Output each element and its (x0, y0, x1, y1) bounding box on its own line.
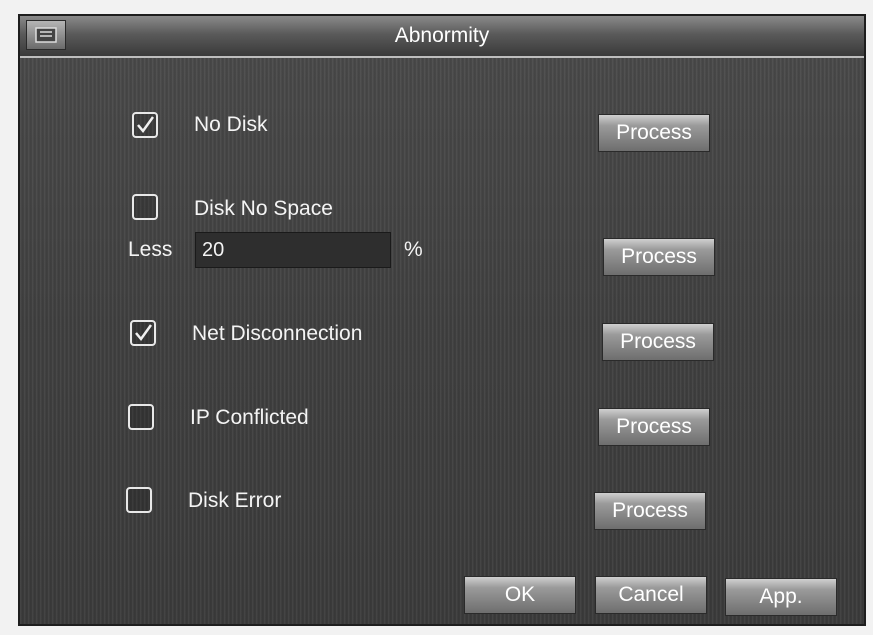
disk-no-space-process-button[interactable]: Process (603, 238, 715, 276)
no-disk-label: No Disk (194, 113, 268, 136)
no-disk-checkbox[interactable] (132, 112, 158, 138)
less-threshold-input[interactable]: 20 (195, 232, 391, 268)
disk-no-space-checkbox[interactable] (132, 194, 158, 220)
ip-conflicted-label: IP Conflicted (190, 406, 309, 429)
less-label: Less (128, 238, 173, 261)
window-title: Abnormity (394, 24, 490, 47)
no-disk-process-button[interactable]: Process (598, 114, 710, 152)
disk-error-checkbox[interactable] (126, 487, 152, 513)
disk-no-space-label: Disk No Space (194, 197, 333, 220)
cancel-button[interactable]: Cancel (595, 576, 707, 614)
checkmark-icon (137, 116, 155, 134)
net-disconnection-process-button[interactable]: Process (602, 323, 714, 361)
percent-unit-label: % (404, 238, 423, 261)
apply-button[interactable]: App. (725, 578, 837, 616)
ok-button[interactable]: OK (464, 576, 576, 614)
disk-error-process-button[interactable]: Process (594, 492, 706, 530)
disk-error-label: Disk Error (188, 489, 282, 512)
ip-conflicted-checkbox[interactable] (128, 404, 154, 430)
title-bar: Abnormity (20, 16, 864, 58)
abnormity-window: Abnormity No Disk Process Disk No Space … (18, 14, 866, 626)
ip-conflicted-process-button[interactable]: Process (598, 408, 710, 446)
checkmark-icon (135, 324, 153, 342)
net-disconnection-label: Net Disconnection (192, 322, 363, 345)
net-disconnection-checkbox[interactable] (130, 320, 156, 346)
